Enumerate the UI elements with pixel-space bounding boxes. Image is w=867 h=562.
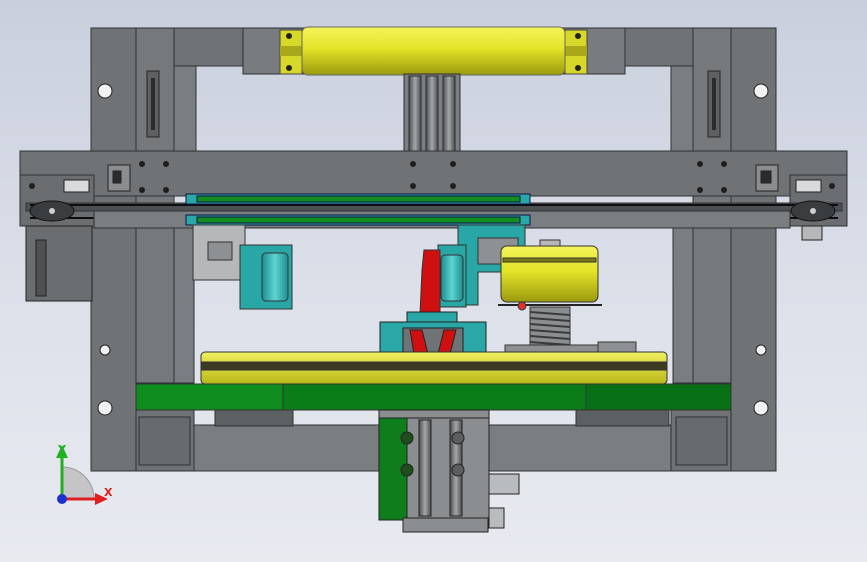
vertical-guide-rods bbox=[403, 73, 461, 155]
clamp-bolt bbox=[286, 33, 292, 39]
left-sensor-slot bbox=[112, 170, 122, 184]
gripper-jaws bbox=[379, 311, 487, 355]
green-base-center bbox=[282, 383, 587, 411]
left-motor bbox=[25, 225, 93, 302]
right-cyan-roller bbox=[440, 254, 464, 302]
rotary-unit bbox=[498, 239, 637, 355]
right-sensor-slot bbox=[760, 170, 772, 184]
cad-viewport[interactable]: Y X bbox=[0, 0, 867, 562]
right-upright-strip bbox=[670, 65, 694, 153]
beam-bolt bbox=[697, 161, 703, 167]
guide-rod bbox=[425, 75, 439, 153]
frame-hole bbox=[99, 344, 111, 356]
right-lower-upright bbox=[672, 227, 694, 384]
end-nut bbox=[801, 225, 823, 241]
right-frame-column bbox=[730, 27, 777, 472]
beam-bolt bbox=[139, 161, 145, 167]
cylinder-port bbox=[400, 463, 414, 477]
red-indicator bbox=[517, 301, 527, 311]
beam-bolt bbox=[410, 183, 416, 189]
end-block-bolt bbox=[829, 183, 835, 189]
frame-hole bbox=[97, 83, 113, 99]
left-lower-upright bbox=[173, 227, 195, 384]
worktable bbox=[135, 351, 732, 411]
left-end-window bbox=[63, 179, 90, 193]
left-cyan-roller bbox=[261, 252, 289, 302]
turntable-dark-band bbox=[200, 361, 668, 371]
left-clamp-band bbox=[280, 46, 302, 56]
cad-assembly-drawing: Y X bbox=[19, 26, 848, 533]
carriage-green-strip bbox=[196, 195, 521, 203]
z-axis-dot bbox=[57, 494, 67, 504]
carriage-green-strip bbox=[196, 216, 521, 224]
end-block-bolt bbox=[29, 183, 35, 189]
red-gripper-arm bbox=[419, 249, 441, 315]
beam-bolt bbox=[163, 187, 169, 193]
beam-bolt bbox=[450, 183, 456, 189]
y-axis-label: Y bbox=[57, 443, 67, 456]
top-frame-right-beam bbox=[623, 27, 694, 67]
bottom-right-block bbox=[575, 409, 670, 427]
guide-rod bbox=[442, 75, 456, 153]
beam-bolt bbox=[450, 161, 456, 167]
clamp-bolt bbox=[575, 33, 581, 39]
clamp-bolt bbox=[286, 65, 292, 71]
axis-base-arc bbox=[61, 466, 95, 500]
bottom-left-pocket bbox=[138, 416, 191, 466]
green-base-right bbox=[585, 383, 732, 411]
left-plate-cutout bbox=[207, 241, 233, 261]
guide-rod bbox=[408, 75, 422, 153]
right-clamp-band bbox=[565, 46, 587, 56]
top-roller bbox=[301, 26, 566, 76]
bottom-right-pocket bbox=[675, 416, 728, 466]
beam-bolt bbox=[410, 161, 416, 167]
right-pulley-hub bbox=[810, 208, 816, 214]
cylinder-bottom-foot bbox=[402, 517, 489, 533]
clamp-bolt bbox=[575, 65, 581, 71]
rotary-disc bbox=[500, 245, 599, 303]
left-frame-column bbox=[90, 27, 137, 472]
top-frame-left-beam bbox=[173, 27, 245, 67]
frame-hole bbox=[753, 400, 769, 416]
right-end-nut bbox=[801, 225, 823, 241]
cylinder-top-cap bbox=[378, 409, 490, 419]
beam-bolt bbox=[139, 187, 145, 193]
x-axis-label: X bbox=[104, 486, 113, 499]
bottom-left-block bbox=[214, 409, 294, 427]
right-slot bbox=[712, 78, 716, 130]
frame-hole bbox=[755, 344, 767, 356]
beam-bolt bbox=[721, 161, 727, 167]
cylinder-port bbox=[400, 431, 414, 445]
left-slot bbox=[151, 78, 155, 130]
air-fitting bbox=[488, 473, 520, 495]
left-upright-strip bbox=[173, 65, 197, 153]
left-motor-fin bbox=[35, 239, 47, 297]
beam-bolt bbox=[697, 187, 703, 193]
air-fitting bbox=[488, 507, 505, 529]
cylinder-port bbox=[451, 463, 465, 477]
beam-bolt bbox=[163, 161, 169, 167]
top-roller-assembly bbox=[279, 26, 588, 76]
frame-hole bbox=[97, 400, 113, 416]
rotary-disc-band bbox=[502, 257, 597, 263]
beam-bolt bbox=[721, 187, 727, 193]
cylinder-port bbox=[451, 431, 465, 445]
left-pulley-hub bbox=[49, 208, 55, 214]
frame-hole bbox=[753, 83, 769, 99]
cylinder-rod bbox=[418, 419, 432, 517]
left-slide-plate bbox=[192, 224, 293, 310]
right-end-window bbox=[795, 179, 822, 193]
